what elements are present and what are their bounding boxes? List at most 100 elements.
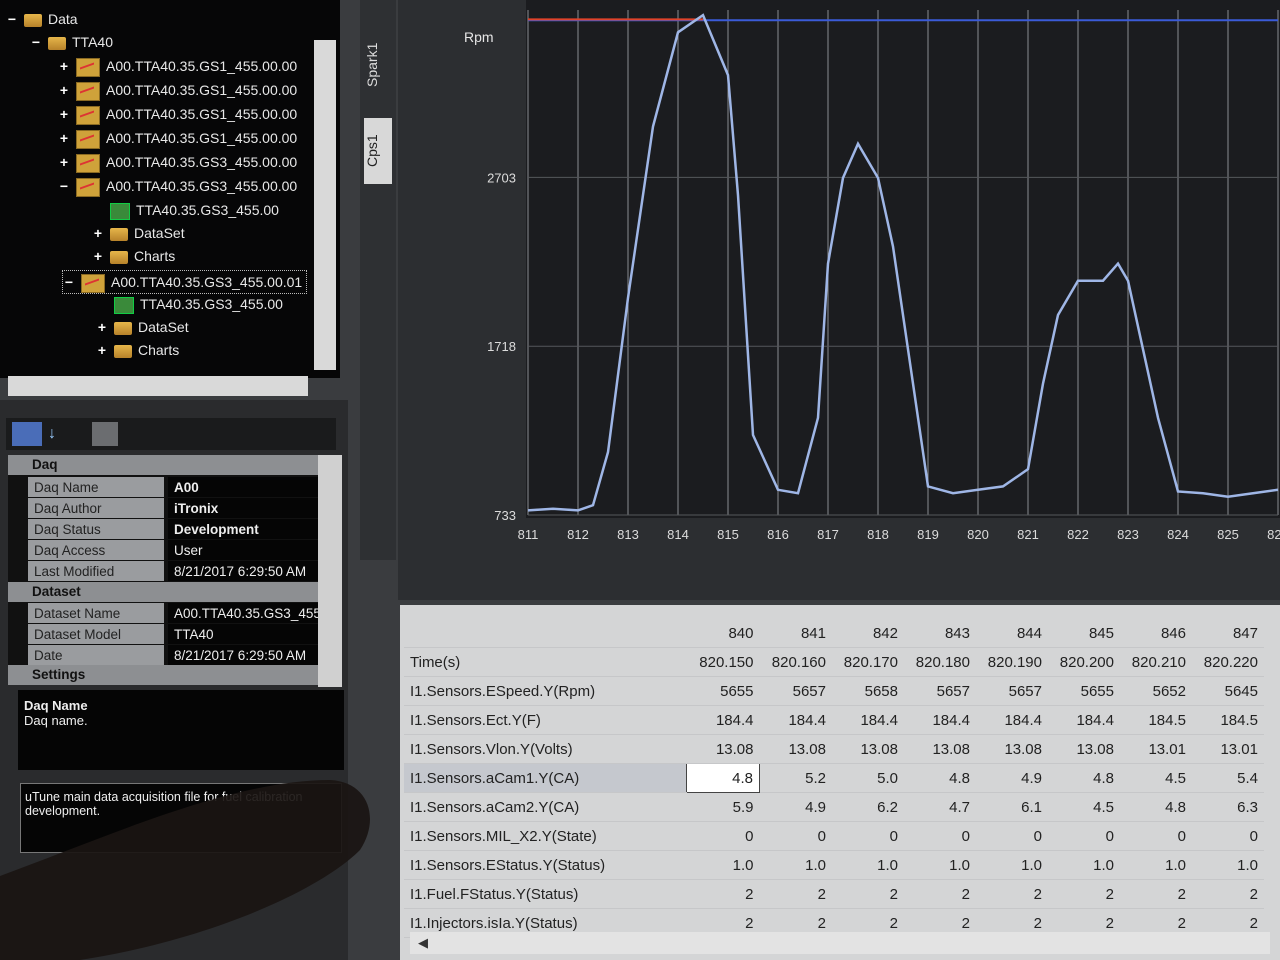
table-cell[interactable]: 5655 [686,676,760,706]
table-row[interactable]: I1.Fuel.FStatus.Y(Status) 2 2 2 2 2 2 2 … [404,879,1264,909]
property-pages-icon[interactable] [92,422,118,446]
dataset-tree[interactable]: − Data − TTA40 + A00.TTA40.35.GS1_455.00.00… [0,0,340,378]
table-cell[interactable]: 2 [759,879,832,909]
table-cell[interactable]: 184.4 [832,705,904,735]
table-cell[interactable]: 0 [686,821,760,851]
collapse-icon[interactable]: − [63,271,75,293]
table-cell[interactable]: 6.3 [1192,792,1264,822]
expand-icon[interactable]: + [92,245,104,267]
table-cell[interactable]: 1.0 [976,850,1048,880]
table-cell[interactable]: 1.0 [1048,850,1120,880]
table-cell[interactable]: 2 [1120,879,1192,909]
expand-icon[interactable]: + [92,222,104,244]
rpm-chart[interactable]: 811 812 813 814 815 816 817 818 819 820 821 822 823 8… [398,0,1280,600]
table-cell[interactable]: 13.01 [1120,734,1192,764]
sort-alphabetical-icon[interactable]: ↓ [48,422,74,446]
table-cell[interactable]: 0 [976,821,1048,851]
table-cell[interactable]: 184.5 [1192,705,1264,735]
tree-item-daq[interactable]: − A00.TTA40.35.GS3_455.00.00 [58,175,297,197]
table-cell[interactable]: 2 [1048,879,1120,909]
table-cell[interactable]: 1.0 [904,850,976,880]
row-label[interactable]: I1.Sensors.Vlon.Y(Volts) [404,734,687,764]
table-cell[interactable]: 5645 [1192,676,1264,706]
table-cell[interactable]: 2 [976,879,1048,909]
table-cell[interactable]: 184.4 [904,705,976,735]
row-label[interactable]: I1.Sensors.aCam2.Y(CA) [404,792,687,822]
table-cell[interactable]: 5.4 [1192,763,1264,793]
tree-item-daq[interactable]: + A00.TTA40.35.GS1_455.00.00 [58,127,297,149]
table-cell[interactable]: 4.9 [759,792,832,822]
row-label[interactable]: I1.Sensors.MIL_X2.Y(State) [404,821,687,851]
table-row[interactable]: I1.Sensors.ESpeed.Y(Rpm) 5655 5657 5658 … [404,676,1264,706]
tree-item-daq[interactable]: + A00.TTA40.35.GS1_455.00.00 [58,55,297,77]
tree-item-daq[interactable]: + A00.TTA40.35.GS3_455.00.00 [58,151,297,173]
table-cell[interactable]: 5658 [832,676,904,706]
row-label[interactable]: I1.Sensors.ESpeed.Y(Rpm) [404,676,687,706]
table-cell[interactable]: 0 [1048,821,1120,851]
table-cell[interactable]: 184.5 [1120,705,1192,735]
table-cell-current[interactable]: 4.8 [686,763,760,793]
table-cell[interactable]: 0 [832,821,904,851]
table-cell[interactable]: 5657 [759,676,832,706]
section-daq[interactable]: Daq [8,455,318,475]
collapse-icon[interactable]: − [58,175,70,197]
table-cell[interactable]: 5.9 [686,792,760,822]
table-cell[interactable]: 13.08 [832,734,904,764]
table-cell[interactable]: 1.0 [759,850,832,880]
prop-row[interactable]: Daq Status Development [28,519,318,540]
table-cell[interactable]: 184.4 [686,705,760,735]
expand-icon[interactable]: + [58,127,70,149]
table-cell[interactable]: 0 [1120,821,1192,851]
table-cell[interactable]: 6.2 [832,792,904,822]
tree-item-tta40[interactable]: − TTA40 [30,31,113,53]
table-cell[interactable]: 1.0 [832,850,904,880]
table-row[interactable]: I1.Sensors.MIL_X2.Y(State) 0 0 0 0 0 0 0… [404,821,1264,851]
table-cell[interactable]: 5657 [904,676,976,706]
table-cell[interactable]: 0 [904,821,976,851]
table-cell[interactable]: 1.0 [686,850,760,880]
data-table[interactable]: 840 841 842 843 844 845 846 847 Time(s) … [404,619,1264,938]
row-label[interactable]: I1.Fuel.FStatus.Y(Status) [404,879,687,909]
table-cell[interactable]: 4.8 [904,763,976,793]
table-row-selected[interactable]: I1.Sensors.aCam1.Y(CA) 4.8 5.2 5.0 4.8 4… [404,763,1264,793]
table-cell[interactable]: 5655 [1048,676,1120,706]
tree-item-model[interactable]: TTA40.35.GS3_455.00 [114,293,283,315]
tree-item-dataset[interactable]: + DataSet [96,316,189,338]
scroll-left-icon[interactable]: ◀ [418,935,428,951]
table-cell[interactable]: 4.8 [1048,763,1120,793]
table-cell[interactable]: 184.4 [759,705,832,735]
table-cell[interactable]: 5.0 [832,763,904,793]
table-cell[interactable]: 4.7 [904,792,976,822]
tree-item-data[interactable]: − Data [6,8,78,30]
tab-spark1[interactable]: Spark1 [364,30,392,100]
expand-icon[interactable]: + [58,55,70,77]
tree-item-charts[interactable]: + Charts [92,245,175,267]
table-cell[interactable]: 13.08 [1048,734,1120,764]
table-cell[interactable]: 13.08 [686,734,760,764]
tree-item-daq[interactable]: + A00.TTA40.35.GS1_455.00.00 [58,103,297,125]
expand-icon[interactable]: + [58,79,70,101]
expand-icon[interactable]: + [58,151,70,173]
tree-item-daq[interactable]: + A00.TTA40.35.GS1_455.00.00 [58,79,297,101]
table-cell[interactable]: 5652 [1120,676,1192,706]
table-row[interactable]: I1.Sensors.aCam2.Y(CA) 5.9 4.9 6.2 4.7 6… [404,792,1264,822]
table-row[interactable]: I1.Sensors.Ect.Y(F) 184.4 184.4 184.4 18… [404,705,1264,735]
table-cell[interactable]: 5.2 [759,763,832,793]
prop-row[interactable]: Daq Access User [28,540,318,561]
table-cell[interactable]: 2 [904,879,976,909]
row-label[interactable]: I1.Sensors.Ect.Y(F) [404,705,687,735]
table-row[interactable]: I1.Sensors.Vlon.Y(Volts) 13.08 13.08 13.… [404,734,1264,764]
tree-item-daq-selected[interactable]: − A00.TTA40.35.GS3_455.00.01 [62,270,308,294]
table-cell[interactable]: 184.4 [976,705,1048,735]
table-cell[interactable]: 13.08 [904,734,976,764]
table-row[interactable]: I1.Sensors.EStatus.Y(Status) 1.0 1.0 1.0… [404,850,1264,880]
tree-item-dataset[interactable]: + DataSet [92,222,185,244]
chart-panel[interactable]: 811 812 813 814 815 816 817 818 819 820 821 822 823 8… [398,0,1280,600]
table-cell[interactable]: 4.5 [1120,763,1192,793]
prop-row[interactable]: Daq Name A00 [28,477,318,498]
collapse-icon[interactable]: − [30,31,42,53]
expand-icon[interactable]: + [96,339,108,361]
table-cell[interactable]: 5657 [976,676,1048,706]
prop-row[interactable]: Dataset Name A00.TTA40.35.GS3_455 [28,603,318,624]
row-label[interactable]: I1.Sensors.EStatus.Y(Status) [404,850,687,880]
